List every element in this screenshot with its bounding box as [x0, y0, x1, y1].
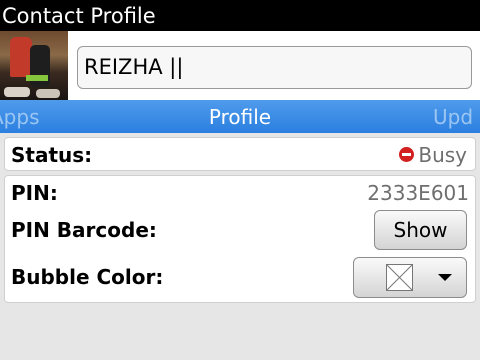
contact-avatar[interactable]: [0, 31, 68, 100]
empty-color-swatch-icon: [386, 264, 413, 291]
bubble-color-dropdown[interactable]: [353, 257, 467, 298]
avatar-photo-detail: [36, 89, 60, 98]
avatar-photo-detail: [4, 87, 30, 97]
show-barcode-button[interactable]: Show: [374, 210, 467, 250]
tab-bar: Apps Profile Upd: [0, 100, 480, 133]
status-text: Busy: [418, 143, 467, 167]
chevron-down-icon: [438, 274, 452, 281]
tab-updates[interactable]: Upd: [433, 100, 473, 133]
pin-value: 2333E601: [367, 181, 469, 205]
pin-label: PIN:: [11, 181, 58, 205]
status-row[interactable]: Status: Busy: [4, 137, 476, 171]
avatar-photo-detail: [26, 75, 48, 81]
status-label: Status:: [11, 143, 93, 167]
status-value[interactable]: Busy: [399, 138, 467, 172]
avatar-photo-detail: [10, 37, 32, 77]
profile-header: REIZHA ||: [0, 31, 480, 100]
title-bar: Contact Profile: [0, 0, 480, 31]
pin-barcode-label: PIN Barcode:: [11, 218, 157, 242]
display-name-field[interactable]: REIZHA ||: [77, 46, 472, 89]
info-panel: PIN: 2333E601 PIN Barcode: Show Bubble C…: [4, 175, 476, 303]
tab-profile[interactable]: Profile: [0, 100, 480, 133]
busy-icon: [399, 147, 415, 162]
window-title: Contact Profile: [2, 4, 156, 28]
bubble-color-label: Bubble Color:: [11, 265, 164, 289]
